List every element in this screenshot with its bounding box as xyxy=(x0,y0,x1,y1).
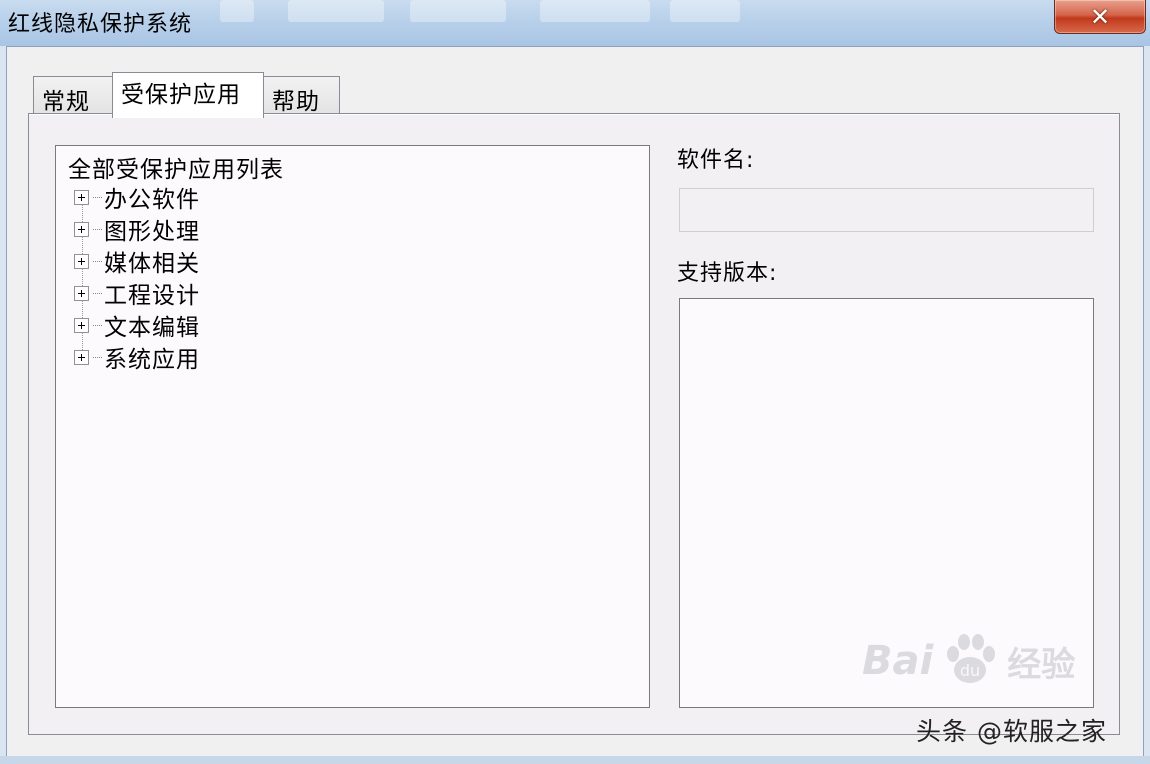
tab-label: 常规 xyxy=(42,89,90,115)
background-window-ghost xyxy=(220,0,254,22)
tree-item-system-apps[interactable]: 系统应用 xyxy=(74,341,200,373)
expand-plus-icon[interactable] xyxy=(74,285,89,301)
tree-branch xyxy=(93,260,102,262)
tree-item-media[interactable]: 媒体相关 xyxy=(74,245,200,277)
tree-item-label: 工程设计 xyxy=(104,283,200,309)
paw-icon: du xyxy=(947,634,996,683)
toutiao-watermark: 头条 @软服之家 xyxy=(916,717,1107,746)
tree-item-label: 系统应用 xyxy=(104,347,200,373)
tree-item-label: 办公软件 xyxy=(104,187,200,213)
tree-branch xyxy=(93,228,102,230)
expand-plus-icon[interactable] xyxy=(74,253,89,269)
window-bottom-border xyxy=(0,756,1150,764)
tree-item-graphics[interactable]: 图形处理 xyxy=(74,213,200,245)
tree-item-label: 图形处理 xyxy=(104,219,200,245)
close-button[interactable]: ✕ xyxy=(1054,0,1146,34)
background-window-ghost xyxy=(288,0,384,22)
background-window-ghost xyxy=(410,0,506,22)
tab-label: 帮助 xyxy=(272,89,320,115)
title-bar[interactable]: 红线隐私保护系统 ✕ xyxy=(0,0,1150,46)
baidu-watermark-suffix: du xyxy=(960,661,980,680)
tab-help[interactable]: 帮助 xyxy=(263,76,340,115)
expand-plus-icon[interactable] xyxy=(74,189,89,205)
tree-root-label[interactable]: 全部受保护应用列表 xyxy=(68,150,284,184)
baidu-watermark-cn: 经验 xyxy=(1007,644,1076,685)
tree-item-label: 媒体相关 xyxy=(104,251,200,277)
supported-versions-label: 支持版本: xyxy=(677,261,778,286)
tree-branch xyxy=(93,196,102,198)
tab-general[interactable]: 常规 xyxy=(33,76,113,115)
protected-apps-tree[interactable]: 全部受保护应用列表 办公软件 图形处理 媒体相关 工程设计 文本编辑 系统应用 xyxy=(55,145,650,708)
software-name-field xyxy=(679,188,1094,232)
tab-label: 受保护应用 xyxy=(121,82,241,108)
tree-item-engineering[interactable]: 工程设计 xyxy=(74,277,200,309)
expand-plus-icon[interactable] xyxy=(74,221,89,237)
background-window-ghost xyxy=(670,0,740,22)
baidu-watermark: Bai du 经验 xyxy=(862,630,1075,692)
window-title: 红线隐私保护系统 xyxy=(8,12,193,37)
tree-item-label: 文本编辑 xyxy=(104,315,200,341)
baidu-watermark-text: Bai xyxy=(862,638,934,684)
expand-plus-icon[interactable] xyxy=(74,349,89,365)
expand-plus-icon[interactable] xyxy=(74,317,89,333)
tree-branch xyxy=(93,356,102,358)
background-window-ghost xyxy=(540,0,650,22)
software-name-label: 软件名: xyxy=(677,148,755,173)
tab-protected-apps[interactable]: 受保护应用 xyxy=(112,72,264,118)
tree-item-text-editing[interactable]: 文本编辑 xyxy=(74,309,200,341)
close-icon: ✕ xyxy=(1089,2,1111,31)
tree-branch xyxy=(93,292,102,294)
tree-item-office[interactable]: 办公软件 xyxy=(74,181,200,213)
tree-branch xyxy=(93,324,102,326)
